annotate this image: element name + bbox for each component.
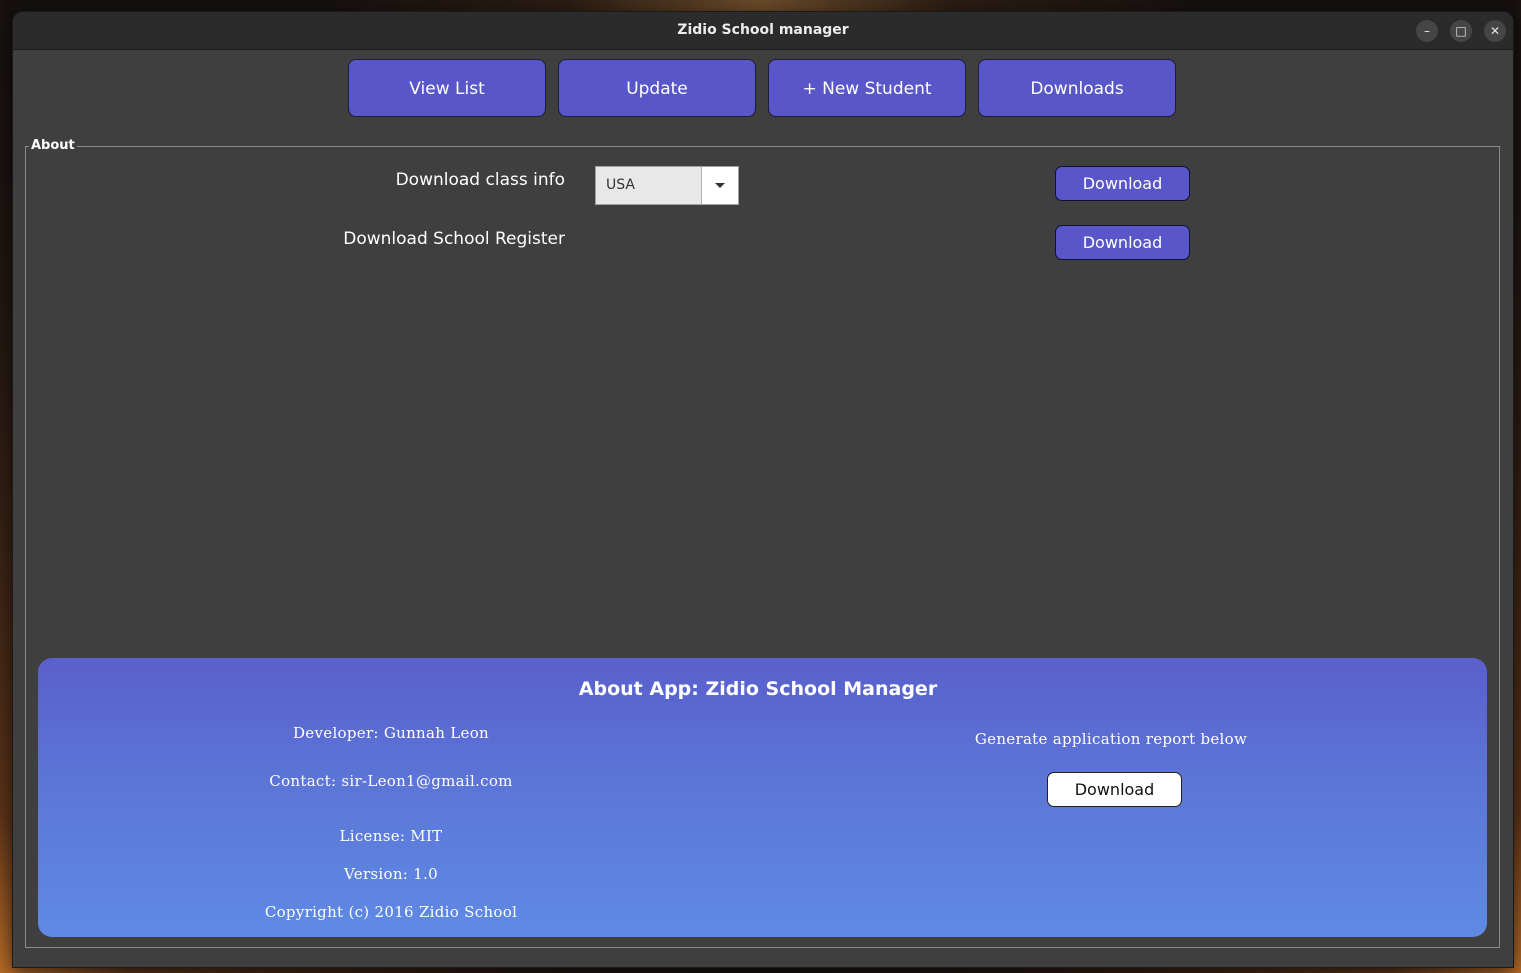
download-class-info-label: Download class info — [395, 170, 565, 190]
minimize-button[interactable]: – — [1416, 20, 1438, 42]
view-list-button[interactable]: View List — [348, 59, 546, 117]
maximize-button[interactable]: □ — [1450, 20, 1472, 42]
about-legend: About — [29, 138, 77, 153]
download-school-register-label: Download School Register — [343, 229, 565, 249]
version-text: Version: 1.0 — [344, 865, 438, 883]
update-button[interactable]: Update — [558, 59, 756, 117]
class-select-value: USA — [606, 177, 635, 193]
chevron-down-icon[interactable] — [701, 167, 738, 204]
download-class-info-button[interactable]: Download — [1055, 166, 1190, 201]
developer-text: Developer: Gunnah Leon — [292, 724, 490, 742]
report-description: Generate application report below — [974, 730, 1248, 748]
about-app-panel: About App: Zidio School Manager Develope… — [38, 658, 1487, 937]
about-app-title: About App: Zidio School Manager — [578, 678, 938, 700]
window-title: Zidio School manager — [677, 22, 849, 38]
downloads-button[interactable]: Downloads — [978, 59, 1176, 117]
title-bar[interactable]: Zidio School manager – □ ✕ — [13, 12, 1513, 50]
copyright-text: Copyright (c) 2016 Zidio School — [264, 903, 518, 921]
download-school-register-button[interactable]: Download — [1055, 225, 1190, 260]
app-window: Zidio School manager – □ ✕ View List Upd… — [13, 12, 1513, 967]
class-select[interactable]: USA — [595, 166, 739, 205]
download-report-button[interactable]: Download — [1047, 772, 1182, 807]
new-student-button[interactable]: + New Student — [768, 59, 966, 117]
close-button[interactable]: ✕ — [1484, 20, 1506, 42]
contact-text: Contact: sir-Leon1@gmail.com — [269, 772, 513, 790]
license-text: License: MIT — [339, 827, 443, 845]
